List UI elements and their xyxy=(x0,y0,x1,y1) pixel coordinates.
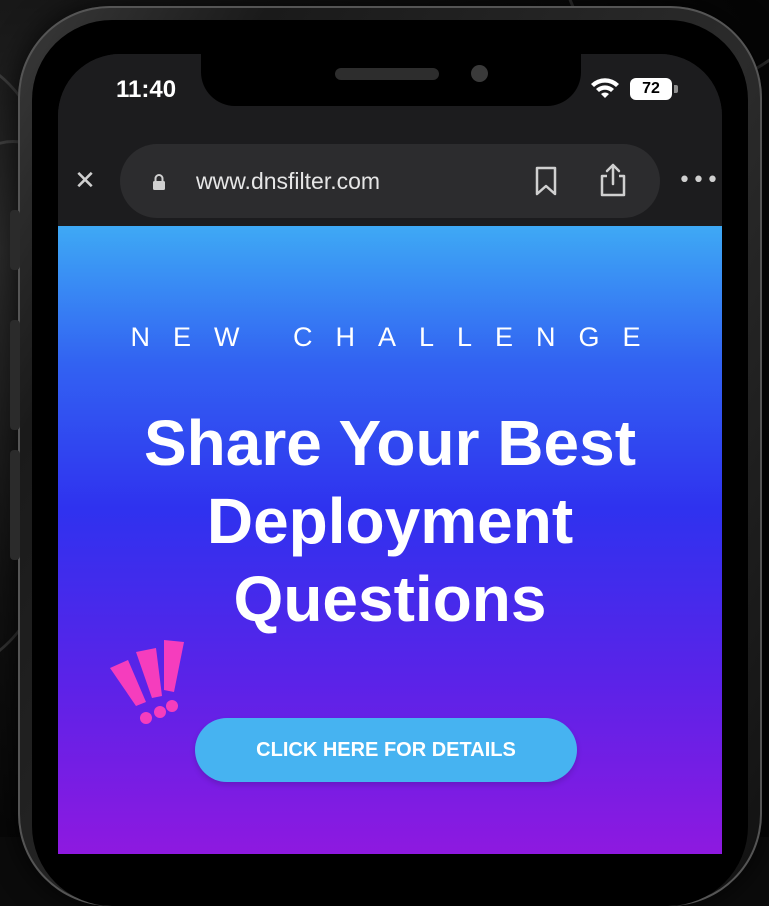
battery-icon: 72 xyxy=(630,78,672,100)
status-time: 11:40 xyxy=(116,76,177,103)
close-icon[interactable]: ✕ xyxy=(70,166,100,196)
phone-side-button xyxy=(10,210,20,270)
wifi-icon xyxy=(591,78,619,98)
details-button[interactable]: CLICK HERE FOR DETAILS xyxy=(195,718,577,782)
phone-side-button xyxy=(10,320,20,430)
exclamation-marks-icon xyxy=(110,640,184,724)
front-camera xyxy=(471,65,488,82)
battery-cap xyxy=(674,85,678,93)
address-bar[interactable]: www.dnsfilter.com xyxy=(120,144,660,218)
phone-notch xyxy=(201,54,581,106)
banner-headline: Share Your Best Deployment Questions xyxy=(143,407,637,635)
phone-side-button xyxy=(10,450,20,560)
browser-toolbar: ✕ www.dnsfilter.com ••• xyxy=(58,136,722,226)
lock-icon xyxy=(153,174,165,190)
share-icon[interactable] xyxy=(598,162,628,198)
more-icon[interactable]: ••• xyxy=(678,166,719,196)
speaker-grille xyxy=(335,68,439,80)
phone-screen: 11:40 72 ✕ www.dnsfilter.com ••• NEW CHA… xyxy=(58,54,722,854)
promo-banner[interactable]: NEW CHALLENGE Share Your Best Deployment… xyxy=(58,226,722,854)
banner-eyebrow: NEW CHALLENGE xyxy=(130,322,664,352)
bookmark-icon[interactable] xyxy=(532,166,560,196)
url-text[interactable]: www.dnsfilter.com xyxy=(196,168,380,195)
